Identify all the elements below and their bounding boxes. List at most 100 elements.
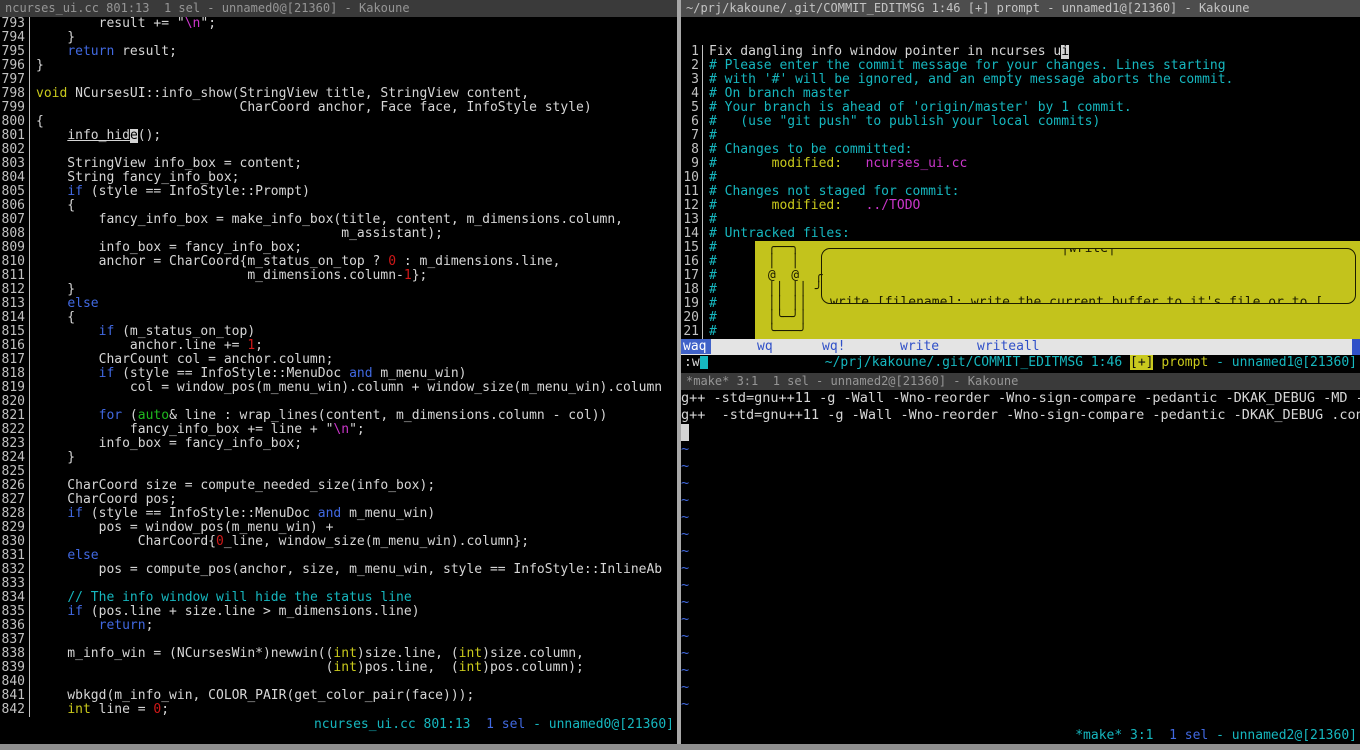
code-line[interactable]: 14# Untracked files: (681, 227, 1360, 241)
code-line[interactable]: 826 CharCoord size = compute_needed_size… (0, 479, 677, 493)
code-line[interactable]: 795 return result; (0, 45, 677, 59)
code-line[interactable]: 803 StringView info_box = content; (0, 157, 677, 171)
code-line[interactable]: 827 CharCoord pos; (0, 493, 677, 507)
code-line[interactable]: 814 { (0, 311, 677, 325)
line-number: 830 (0, 535, 30, 549)
cursor-line[interactable] (681, 424, 1360, 441)
line-number: 795 (0, 45, 30, 59)
line-number: 2 (681, 59, 703, 73)
code-line[interactable]: 813 else (0, 297, 677, 311)
code-line[interactable]: 8# Changes to be committed: (681, 143, 1360, 157)
filler-line: ~ (681, 492, 1360, 509)
code-line[interactable]: 796} (0, 59, 677, 73)
completion-menu[interactable]: waqwqwq!writewriteall (681, 339, 1360, 355)
output-line[interactable]: g++ -std=gnu++11 -g -Wall -Wno-reorder -… (681, 390, 1360, 407)
code-line[interactable]: 4# On branch master (681, 87, 1360, 101)
menu-item-wq[interactable]: wq! (822, 339, 900, 355)
code-line[interactable]: 842 int line = 0; (0, 703, 677, 717)
code-line[interactable]: 824 } (0, 451, 677, 465)
line-number: 840 (0, 675, 30, 689)
code-line[interactable]: 818 if (style == InfoStyle::MenuDoc and … (0, 367, 677, 381)
menu-item-writeall[interactable]: writeall (977, 339, 1040, 355)
code-line[interactable]: 837 (0, 633, 677, 647)
menu-scrollbar[interactable] (1352, 339, 1360, 355)
code-line[interactable]: 822 fancy_info_box += line + "\n"; (0, 423, 677, 437)
code-line[interactable]: 829 pos = window_pos(m_menu_win) + (0, 521, 677, 535)
code-line[interactable]: 802 (0, 143, 677, 157)
code-line[interactable]: 823 info_box = fancy_info_box; (0, 437, 677, 451)
line-number: 828 (0, 507, 30, 521)
code-line[interactable]: 800{ (0, 115, 677, 129)
code-line[interactable]: 828 if (style == InfoStyle::MenuDoc and … (0, 507, 677, 521)
code-line[interactable]: 825 (0, 465, 677, 479)
code-line[interactable]: 5# Your branch is ahead of 'origin/maste… (681, 101, 1360, 115)
code-line[interactable]: 821 for (auto& line : wrap_lines(content… (0, 409, 677, 423)
code-line[interactable]: 812 } (0, 283, 677, 297)
commit-message-buffer[interactable]: 1Fix dangling info window pointer in ncu… (681, 17, 1360, 339)
line-number: 15 (681, 241, 703, 255)
code-line[interactable]: 9# modified: ncurses_ui.cc (681, 157, 1360, 171)
code-line[interactable]: 819 col = window_pos(m_menu_win).column … (0, 381, 677, 395)
make-output-buffer[interactable]: g++ -std=gnu++11 -g -Wall -Wno-reorder -… (681, 390, 1360, 728)
code-line[interactable]: 801 info_hide(); (0, 129, 677, 143)
left-pane: ncurses_ui.cc 801:13 1 sel - unnamed0@[2… (0, 0, 677, 744)
code-line[interactable]: 794 } (0, 31, 677, 45)
line-number: 803 (0, 157, 30, 171)
code-line[interactable]: 6# (use "git push" to publish your local… (681, 115, 1360, 129)
code-line[interactable]: 1Fix dangling info window pointer in ncu… (681, 45, 1360, 59)
left-window-titlebar: ncurses_ui.cc 801:13 1 sel - unnamed0@[2… (0, 0, 677, 17)
line-number: 796 (0, 59, 30, 73)
menu-item-waq[interactable]: waq (683, 339, 757, 355)
code-line[interactable]: 838 m_info_win = (NCursesWin*)newwin((in… (0, 647, 677, 661)
code-line[interactable]: 10# (681, 171, 1360, 185)
code-line[interactable]: 13# (681, 213, 1360, 227)
code-line[interactable]: 804 String fancy_info_box; (0, 171, 677, 185)
code-line[interactable]: 809 info_box = fancy_info_box; (0, 241, 677, 255)
code-line[interactable]: 797 (0, 73, 677, 87)
code-line[interactable]: 830 CharCoord{0_line, window_size(m_menu… (0, 535, 677, 549)
code-line[interactable]: 831 else (0, 549, 677, 563)
code-line[interactable]: 840 (0, 675, 677, 689)
menu-item-wq[interactable]: wq (757, 339, 822, 355)
code-line[interactable]: 811 m_dimensions.column-1}; (0, 269, 677, 283)
info-popup: ╭──╮ │ │ @ @ ╭ ││ ││ ╯ ││ ││ │╰─╯│ ╰───╯… (755, 241, 1360, 339)
line-number: 9 (681, 157, 703, 171)
code-line[interactable]: 806 { (0, 199, 677, 213)
code-line[interactable]: 793 result += "\n"; (0, 17, 677, 31)
line-number: 1 (681, 45, 703, 59)
code-line[interactable]: 810 anchor = CharCoord{m_status_on_top ?… (0, 255, 677, 269)
code-line[interactable]: 841 wbkgd(m_info_win, COLOR_PAIR(get_col… (0, 689, 677, 703)
code-line[interactable]: 12# modified: ../TODO (681, 199, 1360, 213)
code-line[interactable]: 835 if (pos.line + size.line > m_dimensi… (0, 605, 677, 619)
line-number: 812 (0, 283, 30, 297)
code-line[interactable]: 3# with '#' will be ignored, and an empt… (681, 73, 1360, 87)
line-number: 827 (0, 493, 30, 507)
code-line[interactable]: 833 (0, 577, 677, 591)
code-line[interactable]: 11# Changes not staged for commit: (681, 185, 1360, 199)
code-line[interactable]: 799 CharCoord anchor, Face face, InfoSty… (0, 101, 677, 115)
output-line[interactable]: g++ -std=gnu++11 -g -Wall -Wno-reorder -… (681, 407, 1360, 424)
ncurses-ui-buffer[interactable]: 793 result += "\n";794 }795 return resul… (0, 17, 677, 717)
code-line[interactable]: 798void NCursesUI::info_show(StringView … (0, 87, 677, 101)
code-line[interactable]: 820 (0, 395, 677, 409)
code-line[interactable]: 815 if (m_status_on_top) (0, 325, 677, 339)
code-line[interactable]: 817 CharCount col = anchor.column; (0, 353, 677, 367)
code-line[interactable]: 808 m_assistant); (0, 227, 677, 241)
prompt-text: :w (684, 355, 700, 370)
line-number: 797 (0, 73, 30, 87)
code-line[interactable]: 836 return; (0, 619, 677, 633)
filler-line: ~ (681, 679, 1360, 696)
code-line[interactable]: 834 // The info window will hide the sta… (0, 591, 677, 605)
filler-line: ~ (681, 458, 1360, 475)
code-line[interactable]: 816 anchor.line += 1; (0, 339, 677, 353)
code-line[interactable]: 807 fancy_info_box = make_info_box(title… (0, 213, 677, 227)
code-line[interactable]: 2# Please enter the commit message for y… (681, 59, 1360, 73)
code-line[interactable]: 7# (681, 129, 1360, 143)
command-prompt[interactable]: :w (684, 355, 708, 371)
code-line[interactable]: 832 pos = compute_pos(anchor, size, m_me… (0, 563, 677, 577)
filler-line: ~ (681, 441, 1360, 458)
code-line[interactable]: 839 (int)pos.line, (int)pos.column); (0, 661, 677, 675)
prompt-cursor (700, 356, 708, 369)
code-line[interactable]: 805 if (style == InfoStyle::Prompt) (0, 185, 677, 199)
menu-item-write[interactable]: write (900, 339, 977, 355)
